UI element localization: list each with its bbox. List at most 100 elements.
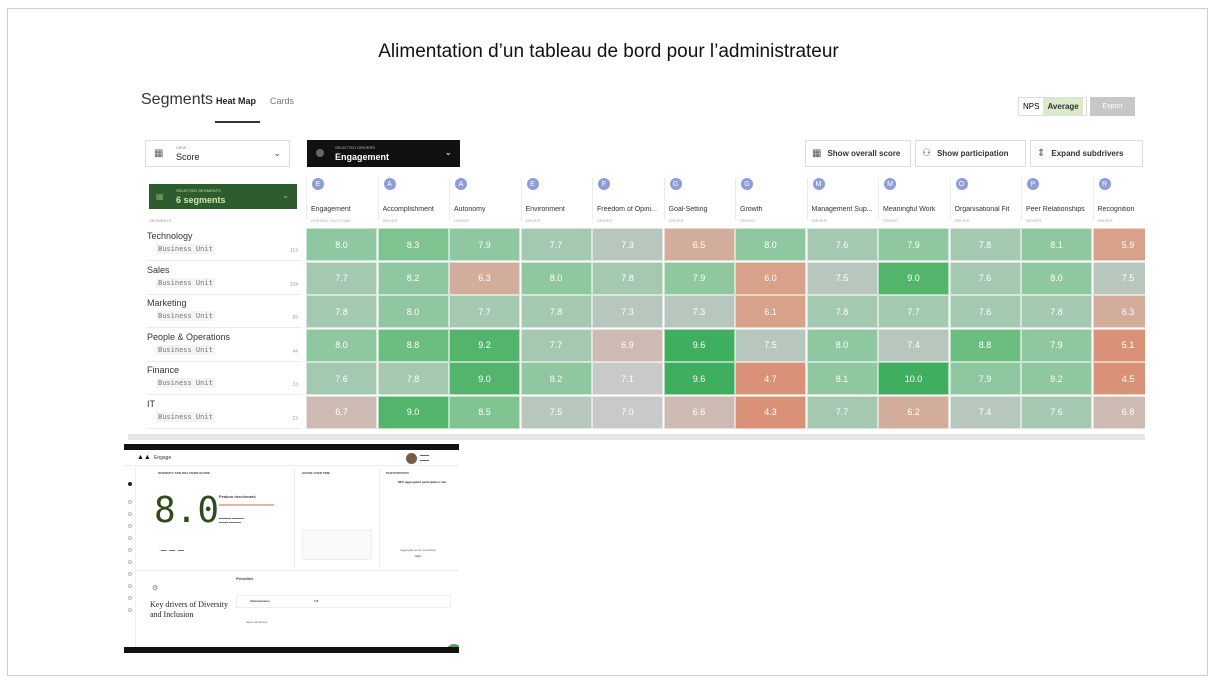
heatmap-cell[interactable]: 7.7 xyxy=(520,328,592,362)
heatmap-cell[interactable]: 7.9 xyxy=(449,228,520,261)
heatmap-cell[interactable]: 9.0 xyxy=(449,362,520,395)
heatmap-cell[interactable]: 4.5 xyxy=(1092,362,1145,395)
heatmap-cell[interactable]: 6.0 xyxy=(735,261,806,295)
column-header[interactable]: G Growth DRIVER xyxy=(735,178,806,223)
column-header[interactable]: M Meaningful Work DRIVER xyxy=(878,178,949,223)
heatmap-cell[interactable]: 8.1 xyxy=(1021,228,1092,261)
segment-row-label[interactable]: People & Operations Business Unit 44 xyxy=(147,329,302,362)
chat-button[interactable] xyxy=(446,644,459,647)
heatmap-cell[interactable]: 7.7 xyxy=(806,395,878,429)
heatmap-cell[interactable]: 9.0 xyxy=(878,261,949,295)
heatmap-cell[interactable]: 6.5 xyxy=(663,228,735,261)
avatar[interactable] xyxy=(406,453,417,464)
heatmap-cell[interactable]: 7.8 xyxy=(520,295,592,328)
export-button[interactable]: Export xyxy=(1090,97,1135,116)
heatmap-cell[interactable]: 6.1 xyxy=(735,295,806,328)
heatmap-cell[interactable]: 6.2 xyxy=(878,395,949,429)
heatmap-cell[interactable]: 6.8 xyxy=(1092,395,1145,429)
column-header[interactable]: P Peer Relationships DRIVER xyxy=(1021,178,1092,223)
column-header[interactable]: A Accomplishment DRIVER xyxy=(377,178,449,223)
heatmap-cell[interactable]: 7.6 xyxy=(949,261,1021,295)
heatmap-cell[interactable]: 7.7 xyxy=(520,228,592,261)
tab-cards[interactable]: Cards xyxy=(270,96,294,106)
heatmap-cell[interactable]: 8.0 xyxy=(306,228,377,261)
heatmap-cell[interactable]: 6.6 xyxy=(663,395,735,429)
heatmap-cell[interactable]: 7.8 xyxy=(377,362,449,395)
segments-select[interactable]: ▦ SELECTED SEGMENTS 6 segments ⌄ xyxy=(149,184,297,209)
heatmap-cell[interactable]: 7.3 xyxy=(592,295,663,328)
heatmap-cell[interactable]: 7.5 xyxy=(520,395,592,429)
heatmap-cell[interactable]: 4.3 xyxy=(735,395,806,429)
show-participation-button[interactable]: ⚇ Show participation xyxy=(915,140,1026,167)
heatmap-cell[interactable]: 9.6 xyxy=(663,362,735,395)
segment-row-label[interactable]: Finance Business Unit 33 xyxy=(147,362,302,395)
heatmap-cell[interactable]: 8.0 xyxy=(306,328,377,362)
heatmap-cell[interactable]: 7.6 xyxy=(806,228,878,261)
heatmap-cell[interactable]: 7.8 xyxy=(949,228,1021,261)
heatmap-cell[interactable]: 7.8 xyxy=(806,295,878,328)
heatmap-cell[interactable]: 7.5 xyxy=(735,328,806,362)
heatmap-cell[interactable]: 7.7 xyxy=(878,295,949,328)
heatmap-cell[interactable]: 4.7 xyxy=(735,362,806,395)
column-header[interactable]: M Management Sup... DRIVER xyxy=(806,178,878,223)
view-select[interactable]: ▦ VIEW Score ⌄ xyxy=(145,140,290,167)
heatmap-cell[interactable]: 7.9 xyxy=(878,228,949,261)
column-header[interactable]: O Organisational Fit DRIVER xyxy=(949,178,1021,223)
heatmap-cell[interactable]: 7.8 xyxy=(592,261,663,295)
heatmap-cell[interactable]: 7.0 xyxy=(592,395,663,429)
heatmap-cell[interactable]: 6.7 xyxy=(306,395,377,429)
segment-row-label[interactable]: Technology Business Unit 113 xyxy=(147,228,302,261)
segment-row-label[interactable]: IT Business Unit 23 xyxy=(147,396,302,429)
heatmap-cell[interactable]: 8.0 xyxy=(520,261,592,295)
expand-subdrivers-button[interactable]: ⇕ Expand subdrivers xyxy=(1030,140,1143,167)
drivers-select[interactable]: SELECTED DRIVERS Engagement ⌄ xyxy=(307,140,460,167)
heatmap-cell[interactable]: 7.8 xyxy=(1021,295,1092,328)
column-header[interactable]: G Goal-Setting DRIVER xyxy=(663,178,735,223)
heatmap-cell[interactable]: 8.8 xyxy=(377,328,449,362)
heatmap-cell[interactable]: 9.0 xyxy=(377,395,449,429)
heatmap-cell[interactable]: 8.2 xyxy=(377,261,449,295)
heatmap-cell[interactable]: 7.6 xyxy=(1021,395,1092,429)
heatmap-cell[interactable]: 9.2 xyxy=(449,328,520,362)
heatmap-cell[interactable]: 8.2 xyxy=(520,362,592,395)
heatmap-cell[interactable]: 6.3 xyxy=(1092,295,1145,328)
segment-row-label[interactable]: Sales Business Unit 104 xyxy=(147,262,302,295)
score-mode-toggle[interactable]: NPS Average xyxy=(1018,97,1087,116)
heatmap-cell[interactable]: 8.3 xyxy=(377,228,449,261)
column-header[interactable]: R Recognition DRIVER xyxy=(1092,178,1146,223)
heatmap-cell[interactable]: 8.0 xyxy=(377,295,449,328)
heatmap-cell[interactable]: 5.1 xyxy=(1092,328,1145,362)
heatmap-cell[interactable]: 7.4 xyxy=(949,395,1021,429)
heatmap-cell[interactable]: 8.0 xyxy=(735,228,806,261)
heatmap-cell[interactable]: 7.3 xyxy=(663,295,735,328)
tab-heat-map[interactable]: Heat Map xyxy=(216,96,256,106)
heatmap-cell[interactable]: 9.6 xyxy=(663,328,735,362)
heatmap-cell[interactable]: 7.7 xyxy=(306,261,377,295)
heatmap-cell[interactable]: 7.9 xyxy=(1021,328,1092,362)
heatmap-cell[interactable]: 7.6 xyxy=(949,295,1021,328)
heatmap-cell[interactable]: 10.0 xyxy=(878,362,949,395)
heatmap-cell[interactable]: 7.3 xyxy=(592,228,663,261)
toggle-average[interactable]: Average xyxy=(1043,98,1083,115)
column-header[interactable]: A Autonomy DRIVER xyxy=(449,178,520,223)
heatmap-cell[interactable]: 8.5 xyxy=(449,395,520,429)
heatmap-cell[interactable]: 5.9 xyxy=(1092,228,1145,261)
heatmap-cell[interactable]: 7.9 xyxy=(949,362,1021,395)
segment-row-label[interactable]: Marketing Business Unit 89 xyxy=(147,295,302,328)
heatmap-cell[interactable]: 6.3 xyxy=(449,261,520,295)
heatmap-cell[interactable]: 7.4 xyxy=(878,328,949,362)
heatmap-cell[interactable]: 7.6 xyxy=(306,362,377,395)
show-overall-score-button[interactable]: ▦ Show overall score xyxy=(805,140,911,167)
toggle-nps[interactable]: NPS xyxy=(1019,102,1043,111)
thumb-show-all[interactable]: Show all drivers xyxy=(246,620,267,624)
heatmap-cell[interactable]: 8.1 xyxy=(806,362,878,395)
column-header[interactable]: E Environment DRIVER xyxy=(520,178,592,223)
heatmap-cell[interactable]: 7.7 xyxy=(449,295,520,328)
heatmap-cell[interactable]: 8.2 xyxy=(1021,362,1092,395)
column-header[interactable]: F Freedom of Opini... DRIVER xyxy=(592,178,663,223)
heatmap-cell[interactable]: 7.5 xyxy=(1092,261,1145,295)
heatmap-cell[interactable]: 7.9 xyxy=(663,261,735,295)
heatmap-cell[interactable]: 8.8 xyxy=(949,328,1021,362)
heatmap-cell[interactable]: 8.0 xyxy=(1021,261,1092,295)
heatmap-cell[interactable]: 8.0 xyxy=(806,328,878,362)
